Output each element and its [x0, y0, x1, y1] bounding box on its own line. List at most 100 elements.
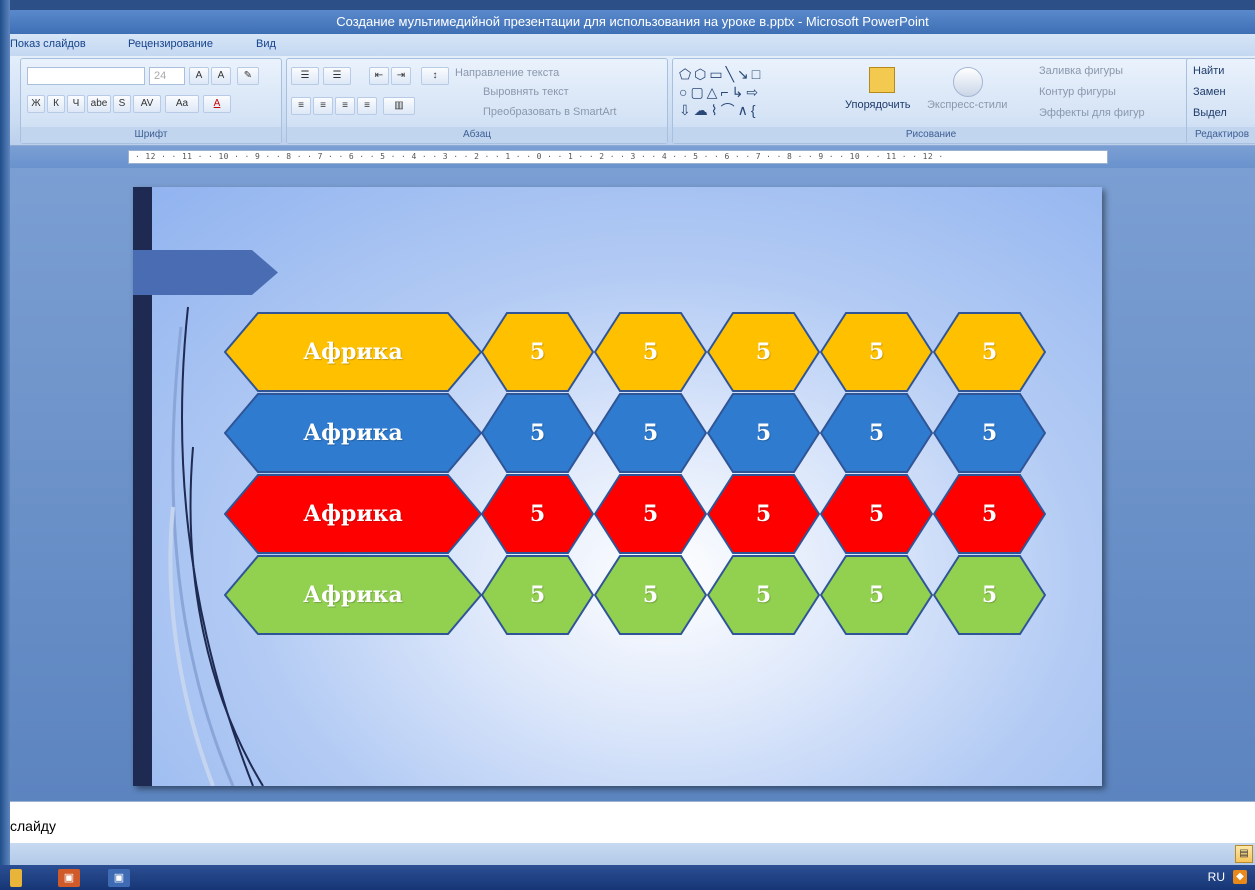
text-direction-button[interactable]: Направление текста — [455, 67, 559, 79]
hex-cell[interactable]: 5 — [707, 312, 820, 392]
tab-review[interactable]: Рецензирование — [128, 38, 213, 50]
notes-text: слайду — [10, 818, 56, 834]
window-top-edge — [10, 0, 1255, 10]
hex-cell[interactable]: 5 — [594, 312, 707, 392]
hex-value-text: 5 — [981, 501, 998, 527]
hex-row-label[interactable]: Африка — [224, 474, 482, 554]
normal-view-icon[interactable]: ▤ — [1235, 845, 1253, 863]
change-case-button[interactable]: Aa — [165, 95, 199, 113]
shapes-gallery[interactable]: ⬠⬡▭╲↘□ ○▢△⌐↳⇨ ⇩☁⌇⌒∧{ — [679, 65, 829, 123]
window-taskbar-icon[interactable]: ▣ — [108, 869, 130, 887]
slide-arrow-shape — [133, 250, 278, 295]
hex-value-text: 5 — [642, 501, 659, 527]
align-right-icon[interactable]: ≡ — [335, 97, 355, 115]
slide-canvas[interactable]: Африка 5 5 5 5 5 Африка 5 5 5 5 5 Африка 5 5 5 5 5 Африка 5… — [133, 187, 1102, 786]
hex-cell[interactable]: 5 — [933, 393, 1046, 473]
arrange-icon[interactable] — [869, 67, 895, 93]
ribbon-tabs: Показ слайдов Рецензирование Вид — [10, 34, 1255, 56]
select-button[interactable]: Выдел — [1193, 107, 1227, 119]
hex-cell[interactable]: 5 — [481, 555, 594, 635]
hex-cell[interactable]: 5 — [933, 474, 1046, 554]
powerpoint-taskbar-icon[interactable]: ▣ — [58, 869, 80, 887]
hex-cell[interactable]: 5 — [933, 312, 1046, 392]
align-center-icon[interactable]: ≡ — [313, 97, 333, 115]
drawing-group-label: Рисование — [673, 127, 1189, 143]
hex-value-text: 5 — [755, 420, 772, 446]
hex-cell[interactable]: 5 — [594, 393, 707, 473]
hex-value-text: 5 — [642, 420, 659, 446]
quick-styles-button[interactable]: Экспресс-стили — [927, 99, 1007, 111]
tray-icon[interactable]: ◆ — [1233, 870, 1247, 884]
hex-cell[interactable]: 5 — [707, 474, 820, 554]
hex-value-text: 5 — [868, 582, 885, 608]
bullets-icon[interactable]: ☰ — [291, 67, 319, 85]
hex-cell[interactable]: 5 — [707, 393, 820, 473]
hex-cell[interactable]: 5 — [820, 474, 933, 554]
align-left-icon[interactable]: ≡ — [291, 97, 311, 115]
horizontal-ruler[interactable]: · 12 · · 11 · · 10 · · 9 · · 8 · · 7 · ·… — [128, 150, 1108, 164]
line-spacing-icon[interactable]: ↕ — [421, 67, 449, 85]
hex-cell[interactable]: 5 — [820, 555, 933, 635]
status-bar: ▤ — [10, 843, 1255, 865]
tab-view[interactable]: Вид — [256, 38, 276, 50]
arrange-button[interactable]: Упорядочить — [845, 99, 910, 111]
shape-fill-button[interactable]: Заливка фигуры — [1039, 65, 1123, 77]
ruler-bar: · 12 · · 11 · · 10 · · 9 · · 8 · · 7 · ·… — [10, 146, 1255, 168]
font-size-field[interactable]: 24 — [149, 67, 185, 85]
paragraph-group: ☰ ☰ ⇤ ⇥ ↕ Направление текста ≡ ≡ ≡ ≡ ▥ В… — [286, 58, 668, 144]
window-title: Создание мультимедийной презентации для … — [10, 10, 1255, 34]
find-button[interactable]: Найти — [1193, 65, 1224, 77]
hex-label-text: Африка — [303, 420, 403, 446]
font-color-button[interactable]: A — [203, 95, 231, 113]
hex-value-text: 5 — [868, 501, 885, 527]
hex-cell[interactable]: 5 — [481, 474, 594, 554]
decrease-indent-icon[interactable]: ⇤ — [369, 67, 389, 85]
hex-value-text: 5 — [529, 420, 546, 446]
quick-styles-icon[interactable] — [953, 67, 983, 97]
bold-button[interactable]: Ж — [27, 95, 45, 113]
taskbar: ▣ ▣ RU ◆ — [0, 865, 1255, 890]
numbering-icon[interactable]: ☰ — [323, 67, 351, 85]
columns-icon[interactable]: ▥ — [383, 97, 415, 115]
increase-indent-icon[interactable]: ⇥ — [391, 67, 411, 85]
hex-cell[interactable]: 5 — [707, 555, 820, 635]
hex-value-text: 5 — [529, 501, 546, 527]
hex-cell[interactable]: 5 — [933, 555, 1046, 635]
hex-row-label[interactable]: Африка — [224, 555, 482, 635]
align-text-button[interactable]: Выровнять текст — [483, 86, 569, 98]
italic-button[interactable]: К — [47, 95, 65, 113]
char-spacing-button[interactable]: AV — [133, 95, 161, 113]
drawing-group: ⬠⬡▭╲↘□ ○▢△⌐↳⇨ ⇩☁⌇⌒∧{ Упорядочить Экспресс-… — [672, 58, 1190, 144]
notes-pane[interactable]: слайду — [10, 801, 1255, 843]
hex-value-text: 5 — [981, 582, 998, 608]
font-name-field[interactable] — [27, 67, 145, 85]
language-indicator[interactable]: RU — [1208, 870, 1225, 884]
shrink-font-button[interactable]: A — [211, 67, 231, 85]
hex-row-label[interactable]: Африка — [224, 393, 482, 473]
replace-button[interactable]: Замен — [1193, 86, 1226, 98]
shadow-button[interactable]: S — [113, 95, 131, 113]
hex-value-text: 5 — [981, 420, 998, 446]
hex-row-label[interactable]: Африка — [224, 312, 482, 392]
grow-font-button[interactable]: A — [189, 67, 209, 85]
hex-value-text: 5 — [868, 420, 885, 446]
hex-cell[interactable]: 5 — [481, 312, 594, 392]
justify-icon[interactable]: ≡ — [357, 97, 377, 115]
hex-cell[interactable]: 5 — [820, 393, 933, 473]
hex-cell[interactable]: 5 — [594, 474, 707, 554]
clear-format-button[interactable]: ✎ — [237, 67, 259, 85]
hex-cell[interactable]: 5 — [820, 312, 933, 392]
hex-value-text: 5 — [529, 339, 546, 365]
hex-cell[interactable]: 5 — [594, 555, 707, 635]
shape-effects-button[interactable]: Эффекты для фигур — [1039, 107, 1145, 119]
hex-value-text: 5 — [642, 582, 659, 608]
editing-group: Найти Замен Выдел Редактиров — [1186, 58, 1255, 144]
font-group-label: Шрифт — [21, 127, 281, 143]
shape-outline-button[interactable]: Контур фигуры — [1039, 86, 1116, 98]
start-icon[interactable] — [10, 869, 22, 887]
hex-cell[interactable]: 5 — [481, 393, 594, 473]
strikethrough-button[interactable]: abe — [87, 95, 111, 113]
convert-smartart-button[interactable]: Преобразовать в SmartArt — [483, 106, 616, 118]
tab-slide-show[interactable]: Показ слайдов — [10, 38, 86, 50]
underline-button[interactable]: Ч — [67, 95, 85, 113]
